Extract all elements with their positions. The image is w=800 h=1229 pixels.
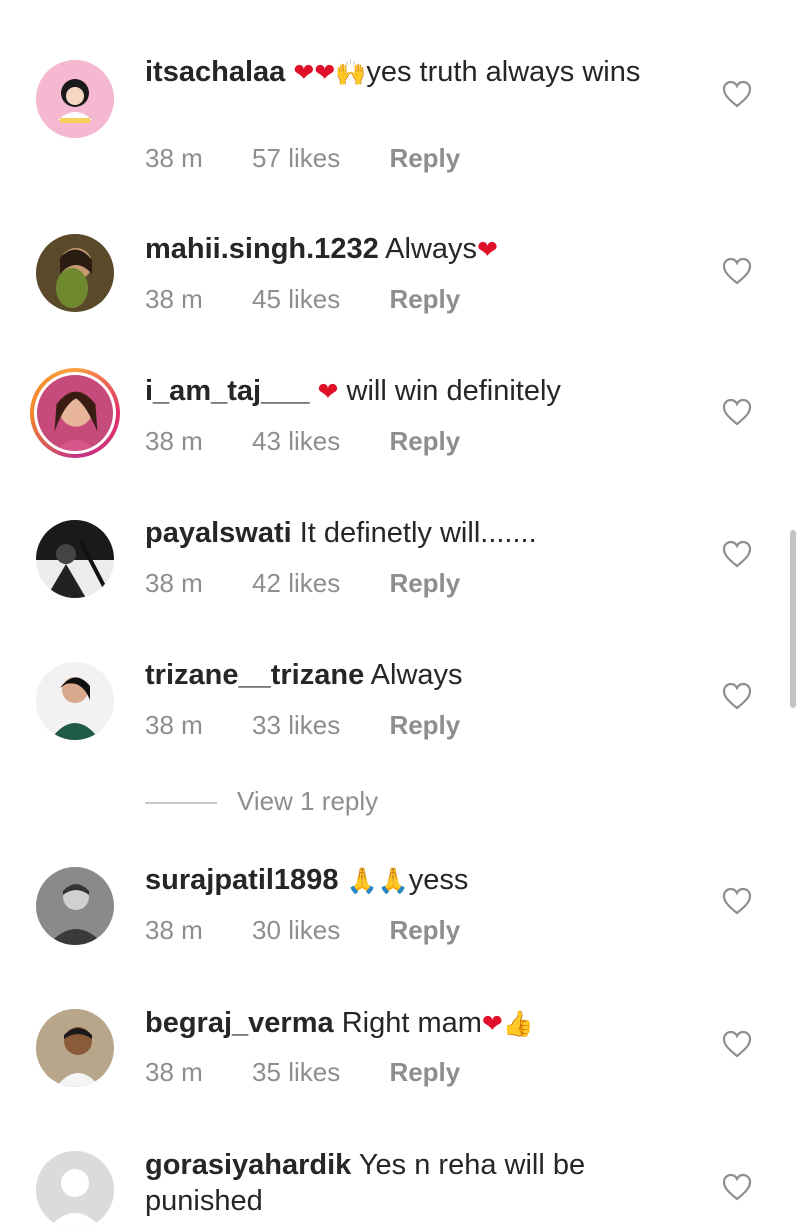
reply-button[interactable]: Reply <box>389 710 460 740</box>
comment-text: yess <box>408 864 469 896</box>
avatar[interactable] <box>36 234 114 312</box>
comment-username[interactable]: surajpatil1898 <box>145 864 338 896</box>
comment-username[interactable]: i_am_taj___ <box>145 375 309 407</box>
comment-text: will win definitely <box>346 375 561 407</box>
divider-line <box>145 802 217 805</box>
scrollbar[interactable] <box>790 530 796 708</box>
avatar-story[interactable] <box>30 368 120 458</box>
comment-username[interactable]: begraj_verma <box>145 1007 334 1039</box>
avatar-default[interactable] <box>36 1151 114 1229</box>
comment-username[interactable]: mahii.singh.1232 <box>145 233 379 265</box>
avatar[interactable] <box>36 867 114 945</box>
view-replies-button[interactable]: View 1 reply <box>145 786 378 817</box>
view-replies-label: View 1 reply <box>237 786 379 816</box>
comment-username[interactable]: gorasiyahardik <box>145 1149 351 1181</box>
comment-time: 38 m <box>145 710 203 740</box>
comment-likes[interactable]: 42 likes <box>252 568 340 598</box>
reply-button[interactable]: Reply <box>389 1057 460 1087</box>
comment-text: Always <box>370 659 463 691</box>
heart-outline-icon[interactable] <box>722 1173 752 1201</box>
comment-time: 38 m <box>145 568 203 598</box>
comment-time: 38 m <box>145 915 203 945</box>
heart-outline-icon[interactable] <box>722 257 752 285</box>
comment-likes[interactable]: 43 likes <box>252 426 340 456</box>
heart-outline-icon[interactable] <box>722 398 752 426</box>
reply-button[interactable]: Reply <box>389 915 460 945</box>
avatar-photo <box>37 375 113 451</box>
emoji: ❤ <box>317 377 339 406</box>
comment-likes[interactable]: 45 likes <box>252 284 340 314</box>
reply-button[interactable]: Reply <box>389 143 460 173</box>
comment-text: It definetly will....... <box>299 517 537 549</box>
comment-likes[interactable]: 33 likes <box>252 710 340 740</box>
comment-time: 38 m <box>145 1057 203 1087</box>
emoji: ❤❤🙌 <box>293 58 367 87</box>
avatar[interactable] <box>36 520 114 598</box>
heart-outline-icon[interactable] <box>722 1030 752 1058</box>
comment-time: 38 m <box>145 284 203 314</box>
emoji: 🙏🙏 <box>346 866 409 895</box>
reply-button[interactable]: Reply <box>389 568 460 598</box>
heart-outline-icon[interactable] <box>722 887 752 915</box>
avatar[interactable] <box>36 60 114 138</box>
avatar[interactable] <box>36 1009 114 1087</box>
heart-outline-icon[interactable] <box>722 80 752 108</box>
comment-time: 38 m <box>145 426 203 456</box>
comment-text: yes truth always wins <box>366 56 641 88</box>
comment-username[interactable]: itsachalaa <box>145 56 285 88</box>
comment-text: Always <box>385 233 478 265</box>
comment-username[interactable]: trizane__trizane <box>145 659 364 691</box>
heart-outline-icon[interactable] <box>722 682 752 710</box>
reply-button[interactable]: Reply <box>389 284 460 314</box>
reply-button[interactable]: Reply <box>389 426 460 456</box>
default-profile-icon <box>36 1151 114 1229</box>
comment-time: 38 m <box>145 143 203 173</box>
heart-outline-icon[interactable] <box>722 540 752 568</box>
emoji: ❤👍 <box>481 1009 534 1038</box>
comment-likes[interactable]: 35 likes <box>252 1057 340 1087</box>
comment-likes[interactable]: 57 likes <box>252 143 340 173</box>
comment-likes[interactable]: 30 likes <box>252 915 340 945</box>
comment-text: Right mam <box>341 1007 482 1039</box>
emoji: ❤ <box>477 235 498 264</box>
comment-username[interactable]: payalswati <box>145 517 292 549</box>
avatar[interactable] <box>36 662 114 740</box>
